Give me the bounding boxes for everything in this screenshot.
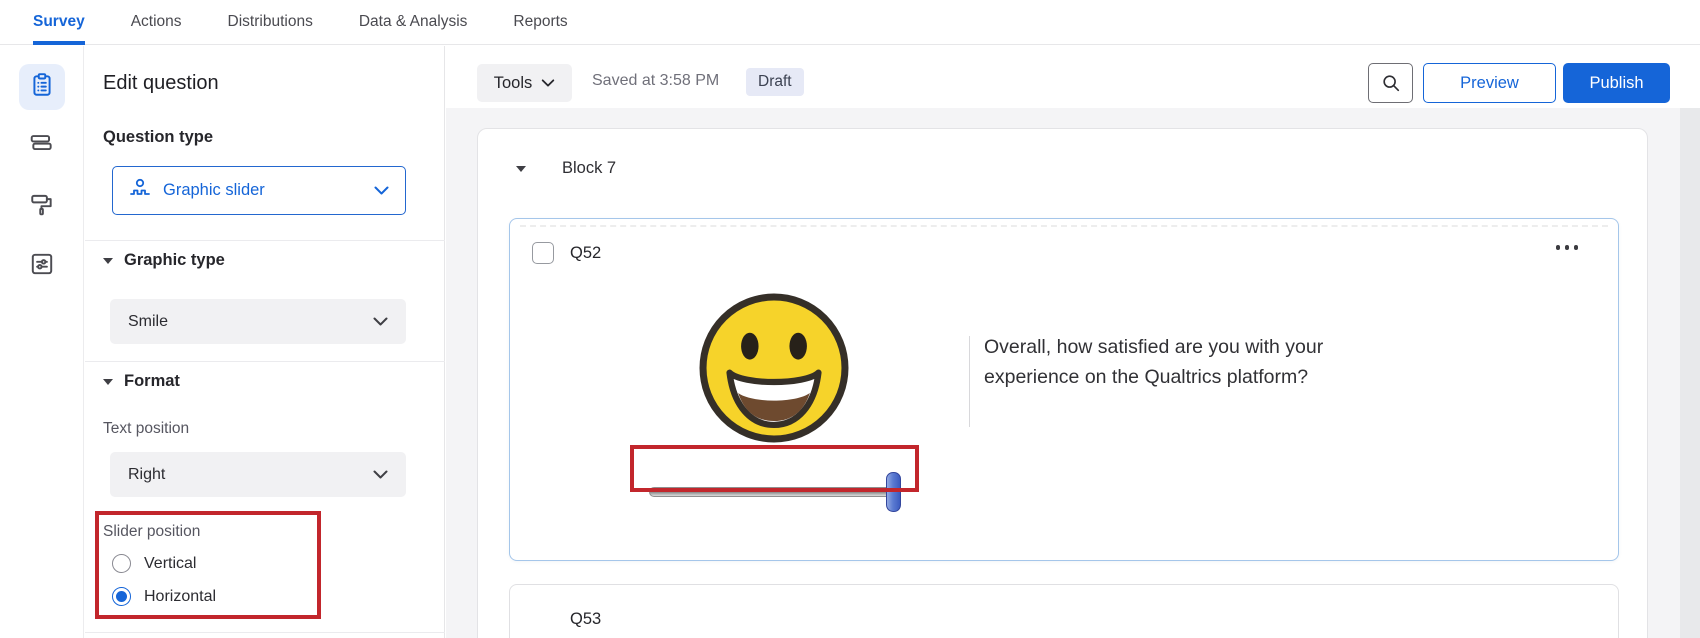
edit-question-panel: Edit question Question type Graphic slid… <box>85 46 445 638</box>
top-nav: Survey Actions Distributions Data & Anal… <box>0 0 1700 45</box>
question-text[interactable]: Overall, how satisfied are you with your… <box>984 332 1324 392</box>
collapse-caret-icon <box>103 378 113 385</box>
collapse-caret-icon <box>103 257 113 264</box>
drag-indicator-line <box>520 225 1608 227</box>
vertical-scrollbar[interactable] <box>1680 108 1700 638</box>
graphic-type-label: Graphic type <box>124 251 225 269</box>
question-text-divider <box>969 336 970 427</box>
publish-button[interactable]: Publish <box>1563 63 1670 103</box>
tools-label: Tools <box>493 73 533 92</box>
graphic-slider-icon <box>129 177 151 204</box>
format-label: Format <box>124 372 180 390</box>
nav-tab-distributions[interactable]: Distributions <box>228 0 313 45</box>
sidebar-item-survey-options[interactable] <box>19 243 65 289</box>
divider <box>85 632 445 633</box>
question-card-q53[interactable]: Q53 <box>509 584 1619 638</box>
search-button[interactable] <box>1368 63 1413 103</box>
graphic-type-select[interactable]: Smile <box>110 299 406 344</box>
draft-status-badge: Draft <box>746 68 804 96</box>
search-icon <box>1382 75 1399 92</box>
chevron-down-icon <box>373 466 388 484</box>
annotation-box-slider-position <box>95 511 321 619</box>
text-position-label: Text position <box>103 420 190 437</box>
paint-roller-icon <box>29 191 55 222</box>
question-id: Q53 <box>570 610 602 628</box>
survey-builder-icon <box>29 72 55 103</box>
nav-tab-survey[interactable]: Survey <box>33 0 85 45</box>
annotation-box-question-slider <box>630 445 919 492</box>
qualtrics-survey-editor: Survey Actions Distributions Data & Anal… <box>0 0 1700 638</box>
survey-canvas: Block 7 Q52 Overall, how satisfied are y… <box>477 128 1648 638</box>
question-type-label: Question type <box>103 128 214 146</box>
divider <box>85 240 445 241</box>
saved-status-text: Saved at 3:58 PM <box>592 72 720 89</box>
divider <box>85 361 445 362</box>
chevron-down-icon <box>373 313 388 331</box>
chevron-down-icon <box>542 79 555 87</box>
ellipsis-menu-icon[interactable] <box>1552 241 1583 254</box>
tools-button[interactable]: Tools <box>477 64 572 102</box>
nav-tab-data-analysis[interactable]: Data & Analysis <box>359 0 468 45</box>
question-id: Q52 <box>570 244 602 262</box>
sidebar-item-look-and-feel[interactable] <box>19 183 65 229</box>
chevron-down-icon <box>374 182 389 200</box>
sidebar-item-survey-flow[interactable] <box>19 121 65 167</box>
block-collapse-caret-icon[interactable] <box>516 165 526 172</box>
block-title: Block 7 <box>562 159 617 177</box>
survey-options-icon <box>29 251 55 282</box>
graphic-type-section-header[interactable]: Graphic type <box>103 251 225 270</box>
format-section-header[interactable]: Format <box>103 372 180 391</box>
smile-emoji-graphic <box>696 290 852 446</box>
text-position-value: Right <box>128 465 166 483</box>
nav-tab-reports[interactable]: Reports <box>513 0 567 45</box>
question-type-select[interactable]: Graphic slider <box>112 166 406 215</box>
question-checkbox[interactable] <box>532 242 554 264</box>
nav-tab-actions[interactable]: Actions <box>131 0 182 45</box>
question-card-q52[interactable]: Q52 Overall, how satisfied are you with … <box>509 218 1619 561</box>
question-type-value: Graphic slider <box>163 181 265 199</box>
graphic-type-value: Smile <box>128 312 169 330</box>
left-icon-rail <box>0 46 84 638</box>
block-header[interactable]: Block 7 <box>516 159 616 178</box>
panel-title: Edit question <box>103 72 219 94</box>
text-position-select[interactable]: Right <box>110 452 406 497</box>
preview-button[interactable]: Preview <box>1423 63 1556 103</box>
survey-flow-icon <box>29 129 55 160</box>
sidebar-item-survey-builder[interactable] <box>19 64 65 110</box>
